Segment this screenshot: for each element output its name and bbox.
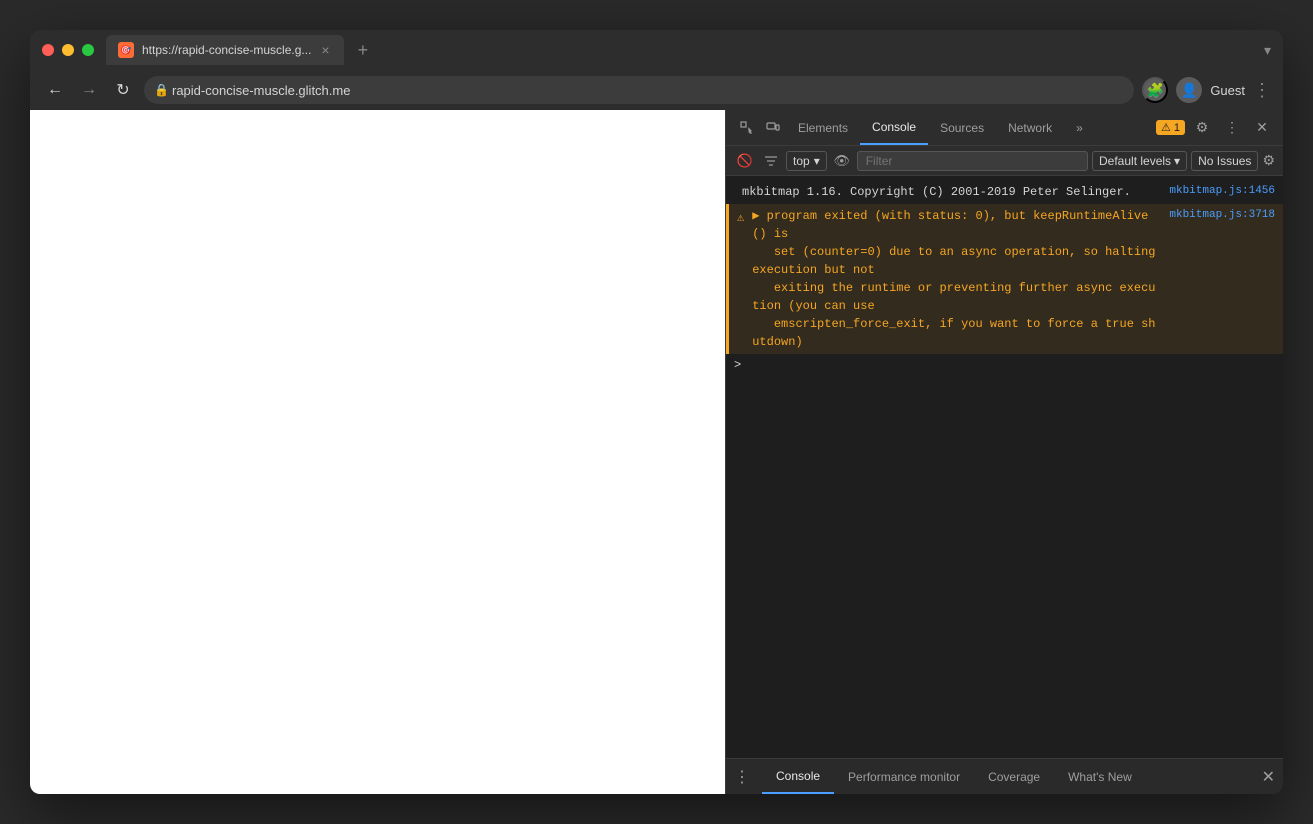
console-file-link-1[interactable]: mkbitmap.js:1456 <box>1169 183 1275 200</box>
forward-button[interactable]: → <box>76 77 102 103</box>
context-value: top <box>793 154 810 168</box>
tab-sources[interactable]: Sources <box>928 110 996 145</box>
tab-close-button[interactable]: × <box>319 41 331 59</box>
eye-icon-button[interactable]: 👁 <box>831 150 853 172</box>
tab-more[interactable]: » <box>1064 110 1095 145</box>
drawer-tab-performance-monitor[interactable]: Performance monitor <box>834 759 974 794</box>
back-button[interactable]: ← <box>42 77 68 103</box>
console-output: mkbitmap 1.16. Copyright (C) 2001-2019 P… <box>726 176 1283 758</box>
drawer-tab-coverage[interactable]: Coverage <box>974 759 1054 794</box>
browser-window: 🎯 https://rapid-concise-muscle.g... × + … <box>30 30 1283 794</box>
no-issues-label: No Issues <box>1198 154 1251 168</box>
devtools-drawer: ⋮ Console Performance monitor Coverage W… <box>726 758 1283 794</box>
log-levels-dropdown-icon: ▾ <box>1174 154 1180 168</box>
console-toolbar: 🚫 top ▾ 👁 Default levels ▾ <box>726 146 1283 176</box>
context-selector[interactable]: top ▾ <box>786 151 827 171</box>
log-levels-label: Default levels <box>1099 154 1171 168</box>
address-bar-wrapper: 🔒 <box>144 76 1134 104</box>
devtools-action-icons: ⚠ 1 ⚙ ⋮ ✕ <box>1156 115 1275 141</box>
close-button[interactable] <box>42 44 54 56</box>
profile-icon[interactable]: 👤 <box>1176 77 1202 103</box>
more-options-button[interactable]: ⋮ <box>1253 80 1271 101</box>
active-tab[interactable]: 🎯 https://rapid-concise-muscle.g... × <box>106 35 344 65</box>
warning-count: 1 <box>1174 122 1180 134</box>
webpage-content <box>30 110 725 794</box>
profile-area: 👤 Guest <box>1176 77 1245 103</box>
main-area: Elements Console Sources Network » ⚠ <box>30 110 1283 794</box>
reload-button[interactable]: ↻ <box>110 77 136 103</box>
tab-console[interactable]: Console <box>860 110 928 145</box>
address-bar: ← → ↻ 🔒 🧩 👤 Guest ⋮ <box>30 70 1283 110</box>
log-levels-button[interactable]: Default levels ▾ <box>1092 151 1187 171</box>
lock-icon: 🔒 <box>154 83 169 97</box>
settings-icon[interactable]: ⚙ <box>1189 115 1215 141</box>
filter-input[interactable] <box>857 151 1088 171</box>
warning-triangle-icon: ⚠ <box>737 209 744 227</box>
console-text-1: mkbitmap 1.16. Copyright (C) 2001-2019 P… <box>742 183 1161 201</box>
no-issues-button[interactable]: No Issues <box>1191 151 1258 171</box>
extensions-button[interactable]: 🧩 <box>1142 77 1168 103</box>
devtools-tab-bar: Elements Console Sources Network » ⚠ <box>726 110 1283 146</box>
tab-title: https://rapid-concise-muscle.g... <box>142 43 311 57</box>
window-controls <box>42 44 94 56</box>
drawer-tab-whats-new[interactable]: What's New <box>1054 759 1146 794</box>
drawer-close-icon[interactable]: ✕ <box>1262 767 1275 787</box>
drawer-tab-console[interactable]: Console <box>762 759 834 794</box>
console-prompt-symbol: > <box>734 358 741 372</box>
title-bar: 🎯 https://rapid-concise-muscle.g... × + … <box>30 30 1283 70</box>
maximize-button[interactable] <box>82 44 94 56</box>
console-settings-icon[interactable]: ⚙ <box>1262 152 1275 169</box>
guest-label: Guest <box>1210 83 1245 98</box>
new-tab-button[interactable]: + <box>352 38 375 63</box>
warning-badge[interactable]: ⚠ 1 <box>1156 120 1185 135</box>
clear-console-button[interactable]: 🚫 <box>734 150 756 172</box>
device-toolbar-icon[interactable] <box>760 115 786 141</box>
drawer-tab-bar: Console Performance monitor Coverage Wha… <box>758 759 1150 794</box>
toggle-filter-button[interactable] <box>760 150 782 172</box>
tab-elements[interactable]: Elements <box>786 110 860 145</box>
tab-network[interactable]: Network <box>996 110 1064 145</box>
console-text-2: ▶ program exited (with status: 0), but k… <box>752 207 1161 351</box>
profile-avatar: 👤 <box>1181 82 1198 99</box>
console-file-link-2[interactable]: mkbitmap.js:3718 <box>1169 207 1275 224</box>
tab-bar: 🎯 https://rapid-concise-muscle.g... × + <box>106 35 1264 65</box>
address-input[interactable] <box>144 76 1134 104</box>
tab-chevron-icon[interactable]: ▾ <box>1264 42 1271 59</box>
drawer-menu-icon[interactable]: ⋮ <box>726 767 758 787</box>
inspect-element-icon[interactable] <box>734 115 760 141</box>
more-options-devtools-icon[interactable]: ⋮ <box>1219 115 1245 141</box>
tab-favicon: 🎯 <box>118 42 134 58</box>
warning-icon: ⚠ <box>1161 121 1171 134</box>
console-input-area: > <box>726 354 1283 376</box>
console-message-info: mkbitmap 1.16. Copyright (C) 2001-2019 P… <box>726 180 1283 204</box>
close-devtools-icon[interactable]: ✕ <box>1249 115 1275 141</box>
context-dropdown-icon: ▾ <box>814 154 820 168</box>
minimize-button[interactable] <box>62 44 74 56</box>
console-message-warning: ⚠ ▶ program exited (with status: 0), but… <box>726 204 1283 354</box>
devtools-panel: Elements Console Sources Network » ⚠ <box>725 110 1283 794</box>
